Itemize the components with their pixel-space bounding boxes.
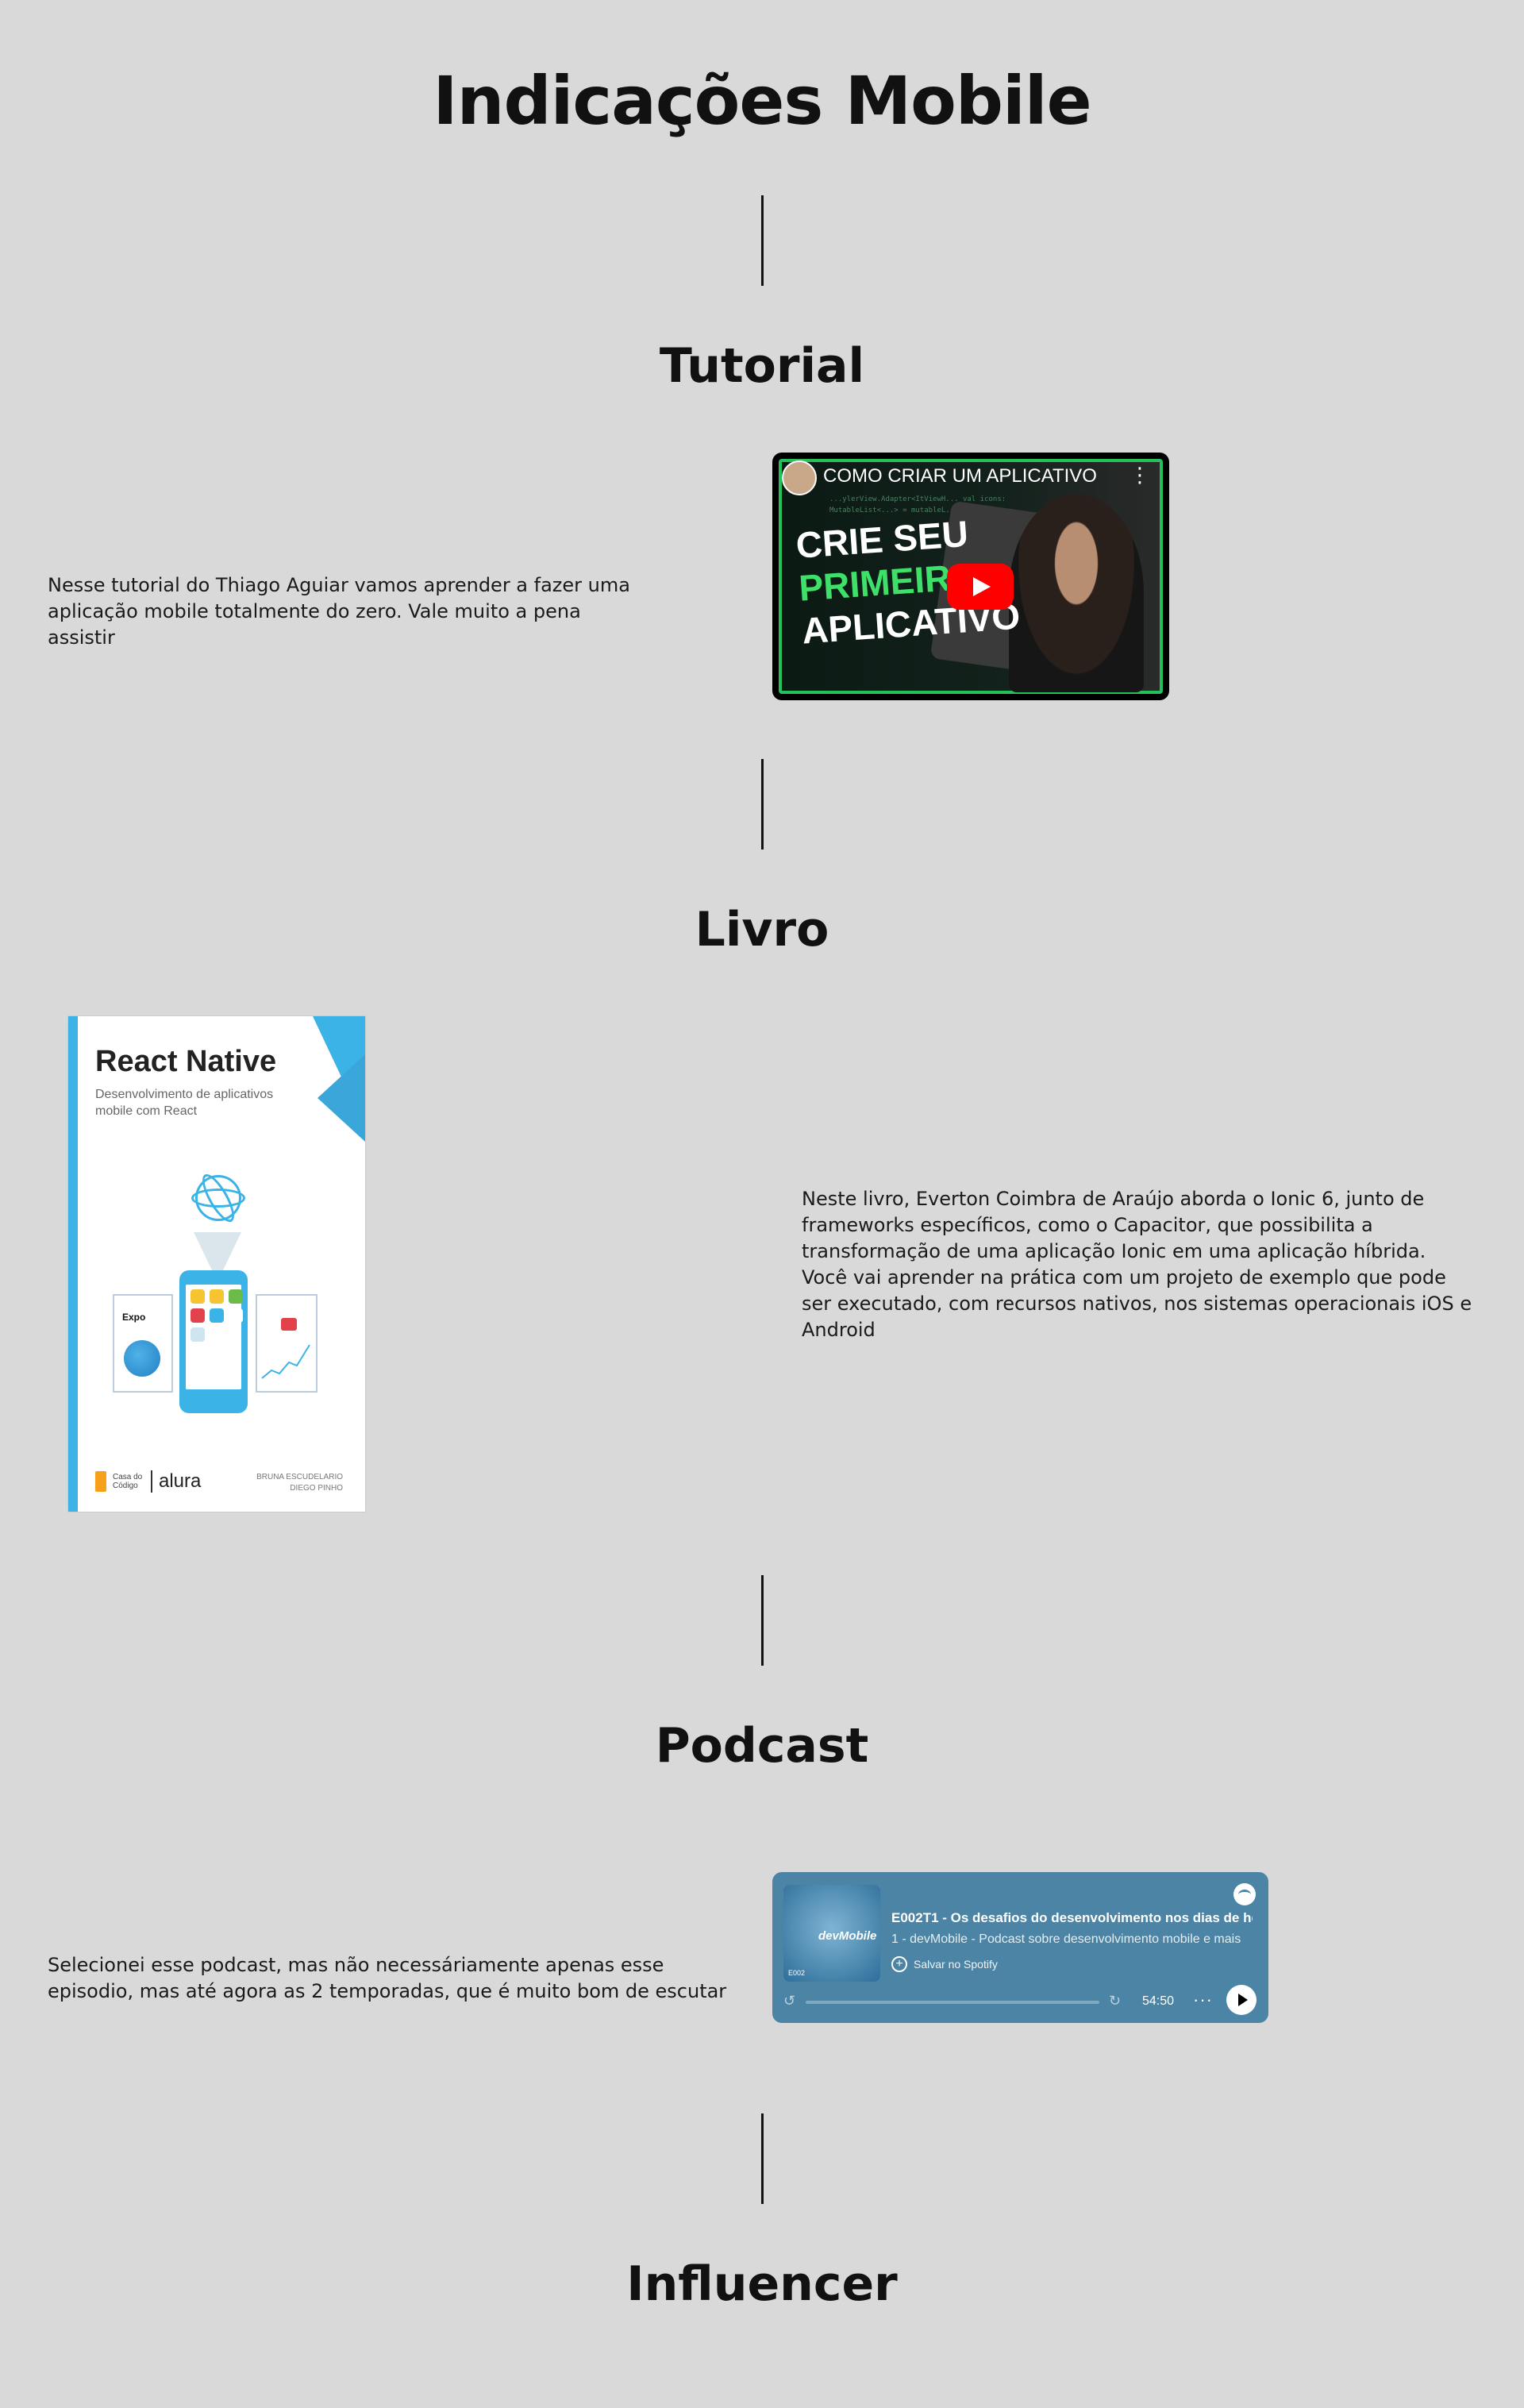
tutorial-description: Nesse tutorial do Thiago Aguiar vamos ap…	[48, 574, 630, 649]
phone-illustration	[179, 1270, 248, 1413]
podcast-cover[interactable]: devMobile E002	[783, 1885, 880, 1982]
episode-title[interactable]: E002T1 - Os desafios do desenvolvimento …	[891, 1910, 1253, 1926]
book-cover: React Native Desenvolvimento de aplicati…	[68, 1016, 365, 1512]
section-title-influencer: Influencer	[626, 2256, 898, 2312]
react-atom-icon	[191, 1175, 245, 1221]
book-title: React Native	[95, 1045, 277, 1078]
more-vert-icon[interactable]: ⋮	[1130, 464, 1150, 487]
podcast-cover-code: E002	[788, 1969, 806, 1977]
book-author: BRUNA ESCUDELARIO	[256, 1473, 343, 1481]
section-divider	[761, 1575, 764, 1666]
section-title-livro: Livro	[695, 902, 829, 957]
book-subtitle: Desenvolvimento de aplicativos mobile co…	[95, 1088, 274, 1118]
expo-badge: Expo	[122, 1312, 146, 1323]
spotify-icon[interactable]	[1233, 1883, 1256, 1905]
section-title-tutorial: Tutorial	[659, 338, 865, 394]
funnel-icon	[194, 1232, 241, 1272]
progress-bar[interactable]	[806, 2001, 1099, 2004]
casa-do-codigo-logo-icon	[95, 1471, 106, 1492]
section-divider	[761, 759, 764, 850]
save-to-spotify-button[interactable]: + Salvar no Spotify	[891, 1956, 998, 1972]
trend-line-icon	[261, 1344, 310, 1379]
channel-avatar[interactable]	[782, 460, 817, 495]
heart-icon	[281, 1318, 297, 1331]
book-author: DIEGO PINHO	[290, 1484, 343, 1493]
livro-description: Neste livro, Everton Coimbra de Araújo a…	[802, 1188, 1472, 1341]
book-cover-stripe	[68, 1016, 78, 1512]
play-icon[interactable]	[1226, 1985, 1257, 2015]
save-label: Salvar no Spotify	[914, 1958, 998, 1971]
phone-screen	[186, 1285, 243, 1389]
tutorial-video-embed[interactable]: ...ylerView.Adapter<ItViewH... val icons…	[772, 453, 1169, 700]
video-title[interactable]: COMO CRIAR UM APLICATIVO P...	[823, 465, 1101, 487]
show-title[interactable]: 1 - devMobile - Podcast sobre desenvolvi…	[891, 1932, 1253, 1947]
duration: 54:50	[1142, 1994, 1175, 2008]
book-authors: BRUNA ESCUDELARIO DIEGO PINHO	[256, 1472, 343, 1494]
page-title: Indicações Mobile	[433, 62, 1091, 140]
chart-window-illustration	[256, 1294, 318, 1393]
more-options-icon[interactable]: ···	[1193, 1990, 1213, 2010]
section-title-podcast: Podcast	[655, 1718, 869, 1774]
globe-icon	[124, 1340, 160, 1377]
skip-forward-icon[interactable]: ↻	[1109, 1993, 1121, 2009]
podcast-description: Selecionei esse podcast, mas não necessá…	[48, 1954, 727, 2002]
alura-logo: alura	[159, 1470, 202, 1492]
browser-window-illustration: Expo	[113, 1294, 173, 1393]
skip-back-icon[interactable]: ↺	[783, 1993, 795, 2009]
section-divider	[761, 2113, 764, 2204]
publisher-name: Casa do Código	[113, 1473, 143, 1490]
youtube-play-icon[interactable]	[947, 564, 1014, 610]
video-presenter-image	[1009, 494, 1144, 692]
plus-circle-icon: +	[891, 1956, 907, 1972]
podcast-cover-label: devMobile	[818, 1929, 877, 1943]
book-publisher: Casa do Código alura	[95, 1470, 201, 1493]
app-grid-icon	[190, 1289, 243, 1342]
section-divider	[761, 195, 764, 286]
spotify-embed[interactable]: devMobile E002 E002T1 - Os desafios do d…	[772, 1872, 1268, 2023]
video-thumbnail[interactable]: ...ylerView.Adapter<ItViewH... val icons…	[779, 459, 1163, 694]
brand-separator	[151, 1470, 152, 1493]
